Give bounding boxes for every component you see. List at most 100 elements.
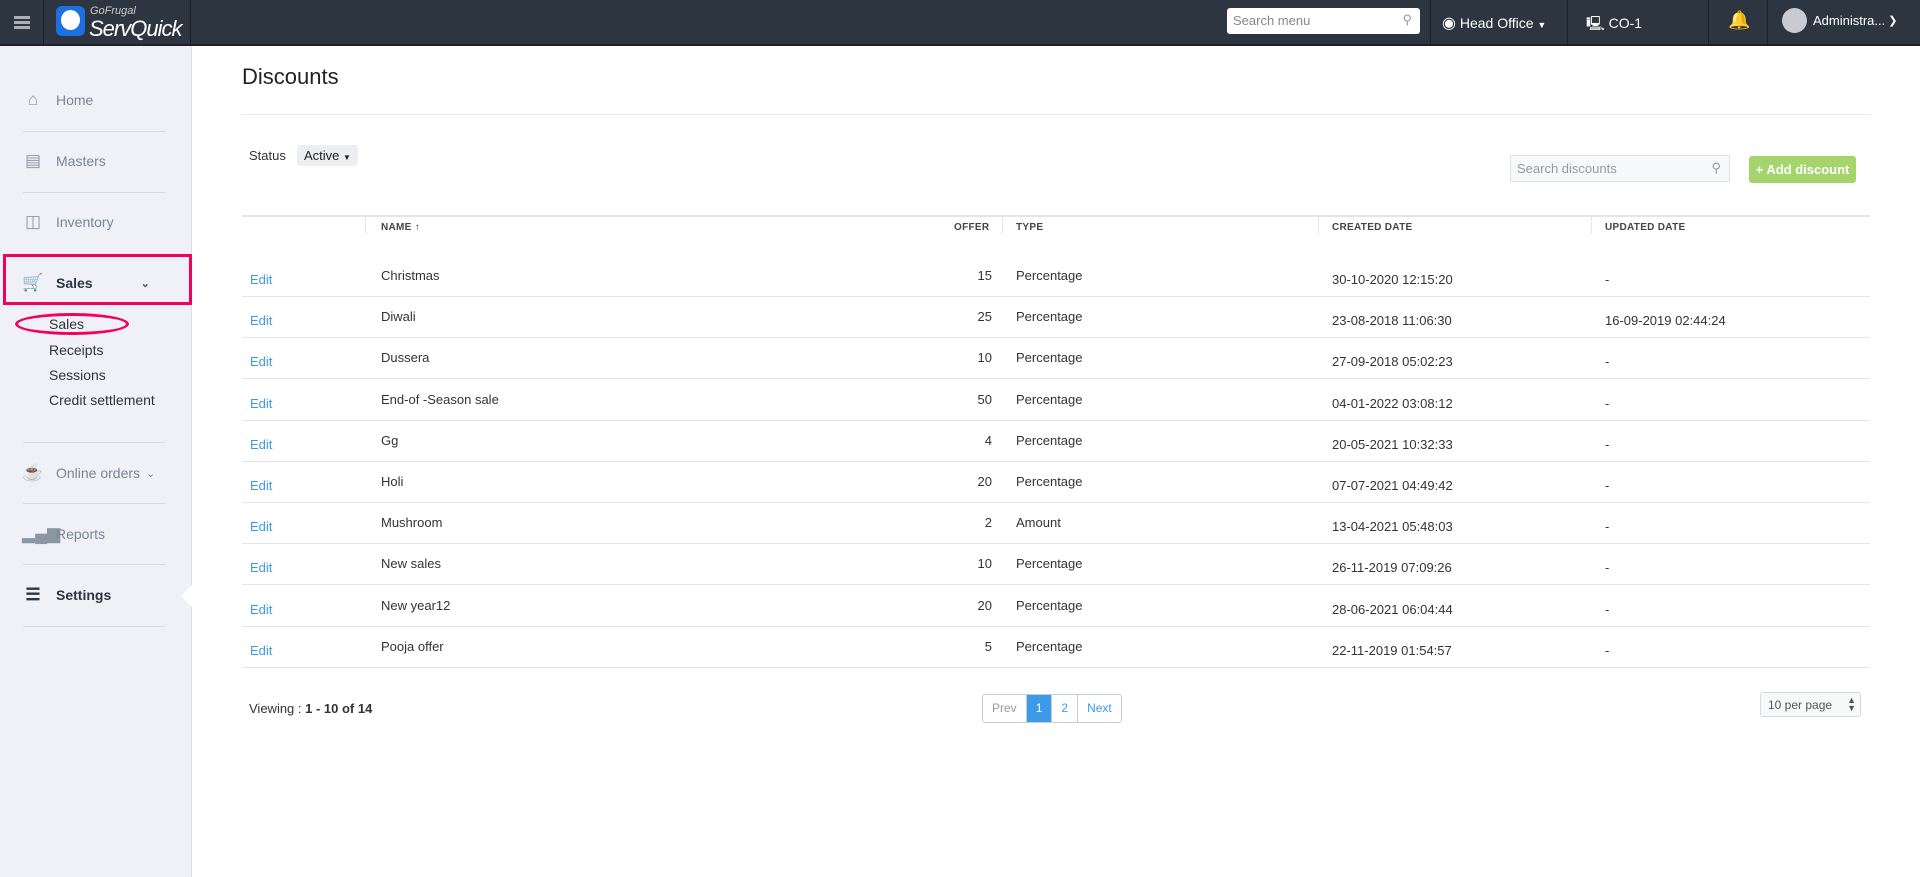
sidebar-item-inventory[interactable]: ◫ Inventory: [22, 212, 114, 232]
discount-name: Mushroom: [381, 515, 443, 531]
search-placeholder: Search discounts: [1517, 161, 1617, 176]
submenu-sessions[interactable]: Sessions: [49, 367, 106, 383]
sidebar-item-label: Home: [56, 92, 94, 108]
discount-offer: 2: [984, 515, 992, 531]
divider: [23, 192, 165, 193]
counter-selector[interactable]: 🖳 CO-1: [1586, 13, 1642, 37]
header-type[interactable]: TYPE: [1016, 222, 1043, 233]
table-row: Edit New year12 20 Percentage 28-06-2021…: [242, 586, 1870, 627]
sliders-icon: ☰: [25, 585, 41, 604]
sidebar-item-reports[interactable]: ▂▄▆ Reports: [22, 524, 105, 544]
search-menu-input[interactable]: Search menu ⚲: [1227, 8, 1420, 34]
table-row: Edit End-of -Season sale 50 Percentage 0…: [242, 380, 1870, 421]
discount-name: Dussera: [381, 350, 430, 366]
table-row: Edit Mushroom 2 Amount 13-04-2021 05:48:…: [242, 503, 1870, 545]
sidebar-item-online-orders[interactable]: ☕ Online orders ⌄: [22, 463, 155, 483]
home-icon: ⌂: [27, 90, 39, 109]
prev-page-button[interactable]: Prev: [983, 695, 1027, 722]
discount-type: Percentage: [1016, 638, 1083, 654]
updated-date: -: [1605, 560, 1610, 576]
divider: [23, 626, 165, 627]
divider: [23, 503, 165, 504]
chevron-down-icon: ❯: [1888, 15, 1898, 27]
per-page-select[interactable]: 10 per page ▲ ▼: [1760, 692, 1861, 717]
discount-offer: 5: [984, 638, 992, 654]
discount-name: Christmas: [381, 268, 440, 283]
edit-link[interactable]: Edit: [250, 478, 272, 493]
sidebar-item-masters[interactable]: ▤ Masters: [22, 151, 106, 171]
viewing-info: Viewing : 1 - 10 of 14: [249, 701, 372, 716]
created-date: 30-10-2020 12:15:20: [1332, 272, 1453, 287]
submenu-credit-settlement[interactable]: Credit settlement: [49, 392, 155, 408]
divider: [190, 0, 191, 44]
edit-link[interactable]: Edit: [250, 354, 272, 369]
updated-date: -: [1605, 395, 1610, 411]
discount-name: End-of -Season sale: [381, 391, 499, 407]
status-value: Active: [304, 148, 340, 163]
active-pointer: [181, 584, 193, 608]
table-row: Edit New sales 10 Percentage 26-11-2019 …: [242, 544, 1870, 586]
sidebar-item-label: Masters: [56, 153, 106, 169]
status-label: Status: [249, 148, 286, 163]
divider: [23, 131, 165, 132]
column-divider: [365, 217, 366, 234]
header-updated-date[interactable]: UPDATED DATE: [1605, 222, 1685, 233]
submenu-receipts[interactable]: Receipts: [49, 342, 103, 358]
search-menu-placeholder: Search menu: [1233, 13, 1311, 28]
edit-link[interactable]: Edit: [250, 437, 272, 452]
edit-link[interactable]: Edit: [250, 602, 272, 617]
menu-toggle-icon[interactable]: [0, 0, 44, 46]
discount-name: Holi: [381, 474, 404, 489]
edit-link[interactable]: Edit: [250, 519, 272, 534]
edit-link[interactable]: Edit: [250, 560, 272, 575]
signal-bars-icon: ▂▄▆: [22, 524, 61, 543]
updated-date: -: [1605, 519, 1610, 535]
pagination: Prev 1 2 Next: [982, 694, 1122, 723]
edit-link[interactable]: Edit: [250, 396, 272, 411]
page-2-button[interactable]: 2: [1052, 695, 1079, 722]
servquick-logo[interactable]: GoFrugal ServQuick: [56, 5, 186, 41]
header-created-date[interactable]: CREATED DATE: [1332, 222, 1412, 233]
search-discounts-input[interactable]: Search discounts ⚲: [1510, 155, 1730, 182]
discount-offer: 4: [984, 432, 992, 448]
select-arrows-icon: ▲ ▼: [1847, 695, 1856, 713]
divider: [1767, 0, 1768, 44]
page-title: Discounts: [242, 64, 339, 89]
header-offer[interactable]: OFFER: [954, 222, 989, 233]
computer-icon: 🖳: [1586, 15, 1605, 31]
discount-offer: 20: [977, 474, 992, 489]
edit-link[interactable]: Edit: [250, 643, 272, 658]
counter-label: CO-1: [1608, 15, 1643, 31]
location-selector[interactable]: ◉ Head Office ▼: [1442, 13, 1546, 33]
discount-name: Diwali: [381, 309, 416, 325]
table-row: Edit Christmas 15 Percentage 30-10-2020 …: [242, 256, 1870, 297]
bell-icon[interactable]: 🔔: [1728, 10, 1750, 31]
status-filter-dropdown[interactable]: Active ▼: [297, 145, 358, 166]
edit-link[interactable]: Edit: [250, 313, 272, 328]
caret-down-icon: ▼: [343, 153, 351, 162]
sidebar-item-settings[interactable]: ☰ Settings: [22, 585, 111, 605]
column-divider: [1591, 217, 1592, 234]
top-bar: GoFrugal ServQuick Search menu ⚲ ◉ Head O…: [0, 0, 1920, 46]
discount-type: Percentage: [1016, 556, 1083, 572]
page-1-button[interactable]: 1: [1026, 695, 1053, 722]
updated-date: -: [1605, 436, 1610, 452]
divider: [23, 442, 165, 443]
sidebar-item-home[interactable]: ⌂ Home: [22, 90, 94, 110]
created-date: 27-09-2018 05:02:23: [1332, 354, 1453, 370]
discount-offer: 50: [977, 391, 992, 407]
sidebar-item-label: Settings: [56, 587, 112, 603]
discount-name: New sales: [381, 556, 441, 572]
created-date: 22-11-2019 01:54:57: [1332, 642, 1452, 658]
next-page-button[interactable]: Next: [1078, 695, 1121, 722]
discount-offer: 10: [977, 556, 992, 572]
discount-offer: 25: [977, 309, 992, 325]
user-menu[interactable]: Administra... ❯: [1782, 8, 1897, 33]
header-name[interactable]: NAME ↑: [381, 222, 420, 233]
add-discount-button[interactable]: + Add discount: [1749, 156, 1856, 183]
edit-link[interactable]: Edit: [250, 272, 272, 287]
discounts-table: [242, 215, 1870, 217]
avatar: [1782, 8, 1807, 33]
discount-name: New year12: [381, 597, 451, 613]
created-date: 28-06-2021 06:04:44: [1332, 601, 1453, 617]
